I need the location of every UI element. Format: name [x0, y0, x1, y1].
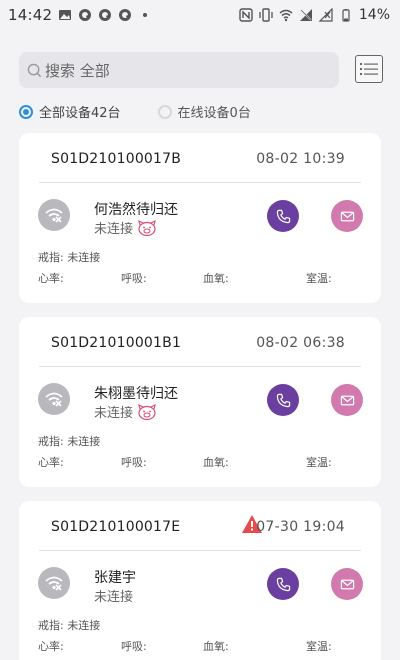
connection-status: 未连接 [94, 586, 133, 605]
battery-icon [339, 8, 353, 22]
mail-icon [340, 579, 354, 589]
filter-all-label: 全部设备42台 [39, 106, 121, 121]
room-temp-label: 室温: [306, 272, 332, 285]
image-icon [58, 8, 72, 22]
status-bar: 14:42 14% [0, 0, 400, 30]
device-serial: S01D210100017B [51, 151, 182, 167]
connection-status-text: 未连接 [94, 222, 134, 237]
radio-selected-icon [19, 104, 33, 119]
connection-status-text: 未连接 [94, 590, 134, 605]
vibrate-icon [259, 8, 273, 22]
device-serial: S01D210100017E [51, 519, 181, 535]
device-time: 08-02 10:39 [256, 151, 345, 167]
phone-icon [276, 393, 290, 407]
room-temp-label: 室温: [306, 640, 332, 653]
breath-rate-label: 呼吸: [121, 640, 147, 653]
message-button[interactable] [331, 384, 363, 416]
filter-all-devices[interactable]: 全部设备42台 [19, 102, 121, 121]
device-user-name: 张建宇 [94, 570, 136, 586]
device-filter: 全部设备42台 在线设备0台 [19, 102, 251, 121]
nfc-icon [239, 8, 253, 22]
device-card[interactable]: S01D21010001B1 08-02 06:38 朱栩墨待归还 未连接 戒指… [19, 317, 381, 487]
q-icon [78, 8, 92, 22]
pig-icon [138, 403, 156, 420]
q-icon [118, 8, 132, 22]
phone-icon [276, 209, 290, 223]
divider [39, 550, 361, 551]
divider [39, 366, 361, 367]
search-input[interactable]: 搜索 全部 [19, 52, 339, 88]
blood-oxygen-label: 血氧: [203, 272, 229, 285]
heart-rate-label: 心率: [38, 640, 64, 653]
list-view-button[interactable] [355, 55, 383, 83]
connection-status: 未连接 [94, 402, 158, 421]
divider [39, 182, 361, 183]
device-card[interactable]: S01D210100017B 08-02 10:39 何浩然待归还 未连接 戒指… [19, 133, 381, 303]
device-serial: S01D21010001B1 [51, 335, 182, 351]
connection-status-text: 未连接 [94, 406, 134, 421]
connection-status: 未连接 [94, 218, 158, 237]
wifi-offline-icon [38, 199, 70, 231]
battery-percent: 14% [358, 7, 390, 23]
device-user-name: 何浩然待归还 [94, 202, 178, 218]
search-row: 搜索 全部 [19, 52, 386, 88]
search-icon [27, 63, 42, 77]
breath-rate-label: 呼吸: [121, 272, 147, 285]
phone-icon [276, 577, 290, 591]
search-placeholder: 搜索 全部 [45, 61, 110, 80]
device-time: 07-30 19:04 [256, 519, 345, 535]
q-icon [98, 8, 112, 22]
heart-rate-label: 心率: [38, 456, 64, 469]
wifi-offline-icon [38, 567, 70, 599]
call-button[interactable] [267, 568, 299, 600]
ring-status: 戒指: 未连接 [38, 619, 101, 632]
no-sim-icon [299, 8, 313, 22]
call-button[interactable] [267, 200, 299, 232]
dot-icon [138, 8, 152, 22]
device-user-name: 朱栩墨待归还 [94, 386, 178, 402]
mail-icon [340, 395, 354, 405]
blood-oxygen-label: 血氧: [203, 640, 229, 653]
filter-online-devices[interactable]: 在线设备0台 [157, 102, 251, 121]
room-temp-label: 室温: [306, 456, 332, 469]
blood-oxygen-label: 血氧: [203, 456, 229, 469]
ring-status: 戒指: 未连接 [38, 435, 101, 448]
device-card[interactable]: S01D210100017E 07-30 19:04 张建宇 未连接 戒指: 未… [19, 501, 381, 660]
wifi-icon [279, 8, 293, 22]
radio-unselected-icon [157, 104, 172, 119]
filter-online-label: 在线设备0台 [177, 106, 251, 121]
message-button[interactable] [331, 568, 363, 600]
pig-icon [138, 219, 156, 236]
clock: 14:42 [8, 6, 53, 24]
breath-rate-label: 呼吸: [121, 456, 147, 469]
mail-icon [340, 211, 354, 221]
device-time: 08-02 06:38 [256, 335, 345, 351]
wifi-offline-icon [38, 383, 70, 415]
heart-rate-label: 心率: [38, 272, 64, 285]
call-button[interactable] [267, 384, 299, 416]
list-icon [360, 63, 378, 75]
signal-icon [318, 8, 333, 22]
message-button[interactable] [331, 200, 363, 232]
ring-status: 戒指: 未连接 [38, 251, 101, 264]
